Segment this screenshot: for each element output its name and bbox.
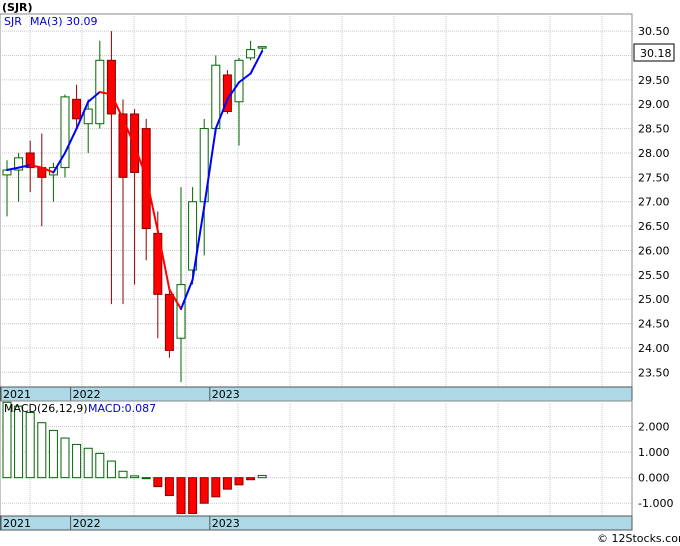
chart-root: 30.5030.0029.5029.0028.5028.0027.5027.00… — [0, 0, 680, 546]
macd-bar-positive — [48, 429, 58, 479]
macd-bar-positive — [106, 460, 116, 479]
price-tick-label: 26.50 — [638, 220, 670, 233]
macd-panel: 2.000 1.000 0.000 -1.000 2021 2022 2023 — [0, 400, 673, 531]
legend-symbol: SJR — [4, 15, 22, 28]
macd-bar-negative — [199, 477, 209, 504]
legend-ma-value: 30.09 — [66, 15, 98, 28]
candle-body-down — [106, 59, 116, 115]
candle — [164, 289, 174, 358]
candle-body-up — [257, 46, 267, 49]
price-tick-labels: 30.5030.0029.5029.0028.5028.0027.5027.00… — [638, 25, 670, 379]
macd-bar-negative — [164, 477, 174, 497]
macd-bar-positive — [72, 443, 82, 479]
price-tick-label: 24.00 — [638, 342, 670, 355]
price-x-label: 2022 — [73, 388, 101, 401]
candle — [188, 187, 198, 285]
price-tick-label: 25.50 — [638, 269, 670, 282]
macd-tick-label: 2.000 — [638, 421, 670, 434]
candle — [60, 94, 70, 178]
price-x-label: 2021 — [3, 388, 31, 401]
macd-x-label: 2022 — [73, 517, 101, 530]
macd-bar-positive — [130, 475, 140, 479]
macd-legend-label: MACD(26,12,9) — [4, 402, 88, 415]
macd-bar-negative — [222, 477, 232, 490]
ticker-title: (SJR) — [2, 1, 33, 14]
price-tick-label: 27.00 — [638, 196, 670, 209]
macd-bar-positive — [118, 470, 128, 479]
price-x-label: 2023 — [212, 388, 240, 401]
price-tick-label: 29.00 — [638, 98, 670, 111]
price-panel: 30.5030.0029.5029.0028.5028.0027.5027.00… — [0, 13, 670, 402]
price-tick-label: 28.00 — [638, 147, 670, 160]
legend-ma-label: MA(3) — [30, 15, 63, 28]
macd-bar-positive — [37, 422, 47, 479]
macd-bar-positive — [60, 437, 70, 479]
macd-tick-label: 0.000 — [638, 472, 670, 485]
chart-svg: 30.5030.0029.5029.0028.5028.0027.5027.00… — [0, 0, 680, 546]
candle-body-down — [72, 98, 82, 120]
macd-bar-positive — [14, 405, 24, 479]
macd-bar-positive — [95, 452, 105, 479]
macd-legend-value: MACD:0.087 — [88, 402, 156, 415]
price-tick-label: 27.50 — [638, 171, 670, 184]
price-tick-label: 28.50 — [638, 123, 670, 136]
price-tick-label: 24.50 — [638, 318, 670, 331]
macd-bar-negative — [211, 477, 221, 498]
price-tick-label: 30.50 — [638, 25, 670, 38]
macd-tick-label: -1.000 — [638, 497, 673, 510]
macd-bar-negative — [153, 477, 163, 488]
macd-x-label: 2023 — [212, 517, 240, 530]
price-tick-label: 25.00 — [638, 293, 670, 306]
candle-body-up — [246, 49, 256, 59]
macd-x-label: 2021 — [3, 517, 31, 530]
macd-bar-positive — [83, 447, 93, 479]
watermark: © 12Stocks.com — [597, 532, 680, 545]
macd-tick-label: 1.000 — [638, 446, 670, 459]
macd-bar-negative — [234, 477, 244, 486]
candle-body-up — [176, 284, 186, 339]
macd-bar-negative — [176, 477, 186, 514]
macd-bar-positive — [141, 477, 151, 480]
price-badge: 30.18 — [640, 47, 672, 60]
candle-body-down — [164, 293, 174, 351]
macd-bar-positive — [257, 474, 267, 479]
price-tick-label: 26.00 — [638, 244, 670, 257]
macd-bar-negative — [246, 477, 256, 481]
macd-bar-negative — [188, 477, 198, 514]
price-tick-label: 23.50 — [638, 366, 670, 379]
candle-body-up — [83, 108, 93, 125]
macd-bar-positive — [25, 412, 35, 479]
price-tick-label: 29.50 — [638, 74, 670, 87]
